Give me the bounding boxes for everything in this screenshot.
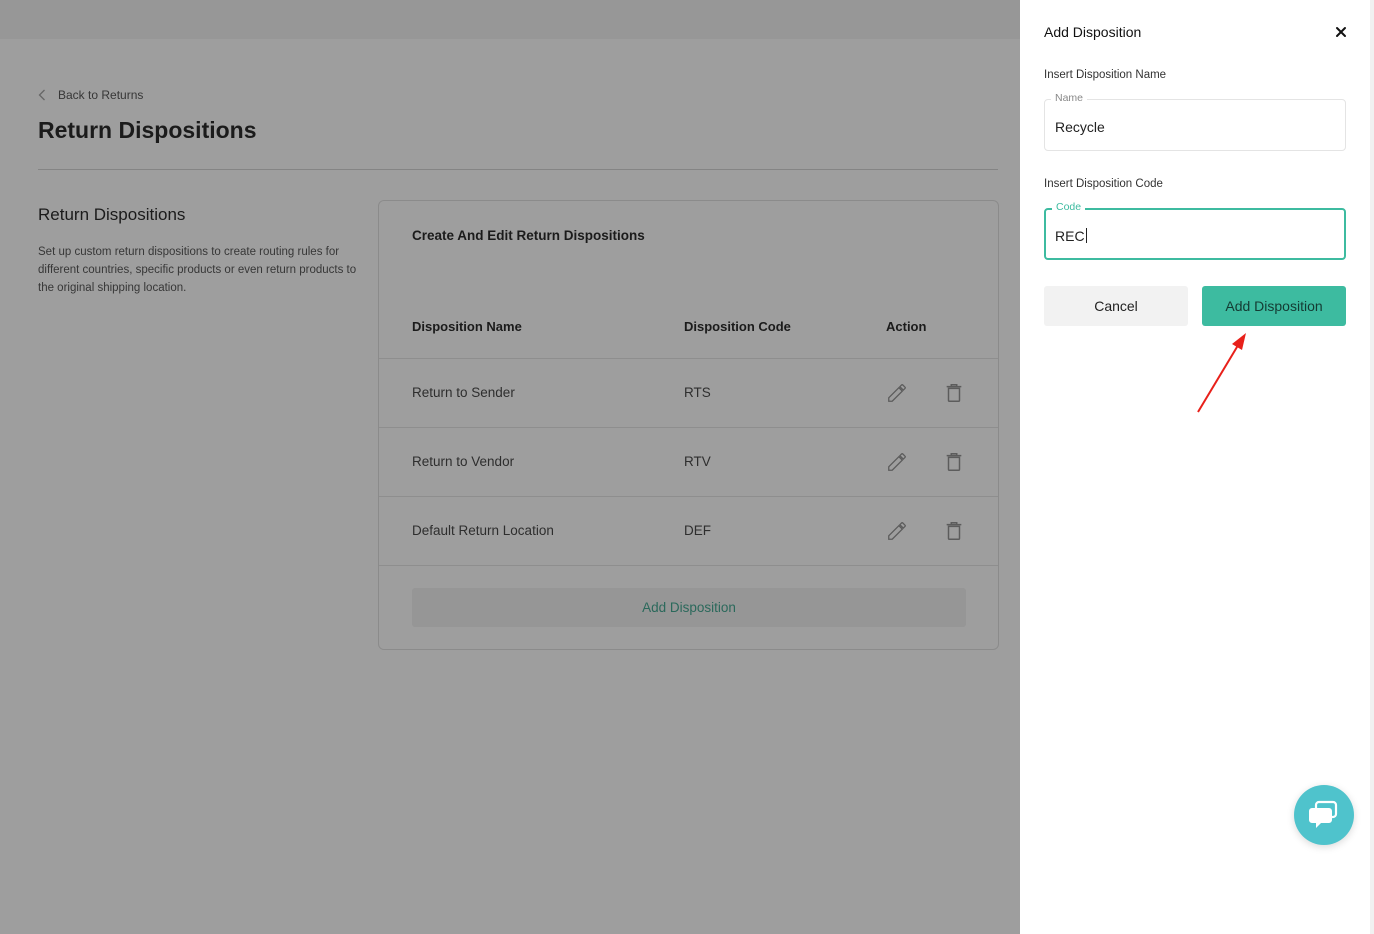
panel-scroll-edge [1370, 0, 1374, 934]
code-field-legend: Code [1052, 201, 1086, 213]
text-caret [1085, 228, 1087, 243]
code-field-label: Insert Disposition Code [1044, 178, 1163, 190]
close-button[interactable] [1333, 24, 1349, 40]
panel-title: Add Disposition [1044, 24, 1142, 40]
code-input[interactable]: Code REC [1044, 201, 1346, 260]
name-field-legend: Name [1051, 92, 1088, 104]
code-input-value: REC [1055, 228, 1085, 244]
cancel-button[interactable]: Cancel [1044, 286, 1188, 326]
chat-widget-button[interactable] [1294, 785, 1354, 845]
modal-backdrop[interactable] [0, 0, 1020, 934]
close-icon [1336, 27, 1346, 37]
add-disposition-button[interactable]: Add Disposition [1202, 286, 1346, 326]
name-input-value: Recycle [1055, 119, 1105, 135]
name-field-label: Insert Disposition Name [1044, 69, 1167, 81]
chat-icon [1309, 800, 1338, 828]
name-input[interactable]: Name Recycle [1044, 92, 1346, 151]
code-input-text: REC [1055, 228, 1087, 244]
annotation-arrow [1197, 333, 1246, 413]
